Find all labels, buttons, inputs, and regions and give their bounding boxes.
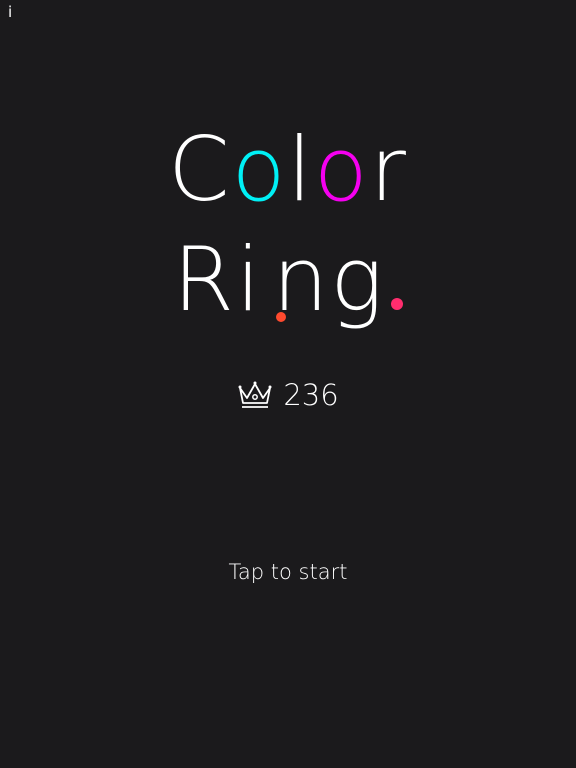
title-letter-i-stem: i (236, 228, 263, 331)
title-letter-c: C (168, 118, 232, 221)
title-letter-o-magenta: o (313, 118, 370, 221)
title-period-dot (391, 298, 404, 310)
tap-to-start-prompt[interactable]: Tap to start (0, 560, 576, 584)
crown-icon (238, 381, 272, 408)
info-button[interactable]: i (8, 2, 12, 22)
title-letter-l: l (287, 118, 314, 221)
title-letter-i: i (236, 228, 286, 331)
title-word-color: Color (0, 120, 576, 220)
best-score-value: 236 (283, 378, 339, 412)
best-score: 236 (0, 378, 576, 412)
title-letter-o-cyan: o (231, 118, 288, 221)
title-letter-R: R (172, 228, 237, 331)
title-word-ring: Ri ng (0, 230, 576, 330)
title-letters-ng: ng (272, 228, 386, 331)
title-letter-r: r (369, 118, 408, 221)
